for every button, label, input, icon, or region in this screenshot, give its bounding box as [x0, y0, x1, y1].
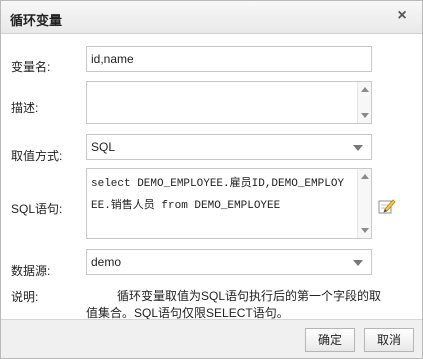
note-label: 说明:: [11, 290, 39, 304]
close-icon[interactable]: ×: [395, 8, 409, 24]
scroll-down-icon[interactable]: [361, 113, 369, 118]
scroll-up-icon[interactable]: [361, 174, 369, 179]
cancel-button[interactable]: 取消: [364, 328, 414, 352]
dialog-title: 循环变量: [10, 13, 63, 28]
scroll-up-icon[interactable]: [361, 87, 369, 92]
note-text: 循环变量取值为SQL语句执行后的第一个字段的取值集合。SQL语句仅限SELECT…: [86, 289, 382, 320]
loop-variable-dialog: 循环变量 × 变量名: id,name 描述: 取值方式: SQL SQL语句:…: [0, 0, 423, 359]
value-mode-label: 取值方式:: [11, 149, 63, 163]
sql-label: SQL语句:: [11, 202, 63, 216]
chevron-down-icon[interactable]: [353, 260, 363, 266]
datasource-select[interactable]: demo: [86, 249, 372, 275]
var-name-value: id,name: [91, 52, 134, 66]
sql-scrollbar[interactable]: [357, 169, 371, 238]
dialog-titlebar[interactable]: 循环变量 ×: [1, 1, 422, 34]
var-name-label: 变量名:: [11, 60, 51, 74]
description-scrollbar[interactable]: [357, 82, 371, 123]
var-name-input[interactable]: id,name: [86, 46, 372, 72]
value-mode-selected: SQL: [91, 140, 116, 154]
description-textarea[interactable]: [86, 81, 372, 124]
chevron-down-icon[interactable]: [353, 145, 363, 151]
description-label: 描述:: [11, 101, 39, 115]
dialog-footer: 确定 取消: [1, 319, 422, 358]
datasource-label: 数据源:: [11, 264, 51, 278]
datasource-selected: demo: [91, 255, 122, 269]
sql-text: select DEMO_EMPLOYEE.雇员ID,DEMO_EMPLOYEE.…: [91, 178, 345, 212]
ok-button[interactable]: 确定: [305, 328, 355, 352]
sql-textarea[interactable]: select DEMO_EMPLOYEE.雇员ID,DEMO_EMPLOYEE.…: [86, 168, 372, 239]
value-mode-select[interactable]: SQL: [86, 134, 372, 160]
edit-pencil-icon[interactable]: [378, 198, 396, 214]
scroll-down-icon[interactable]: [361, 228, 369, 233]
